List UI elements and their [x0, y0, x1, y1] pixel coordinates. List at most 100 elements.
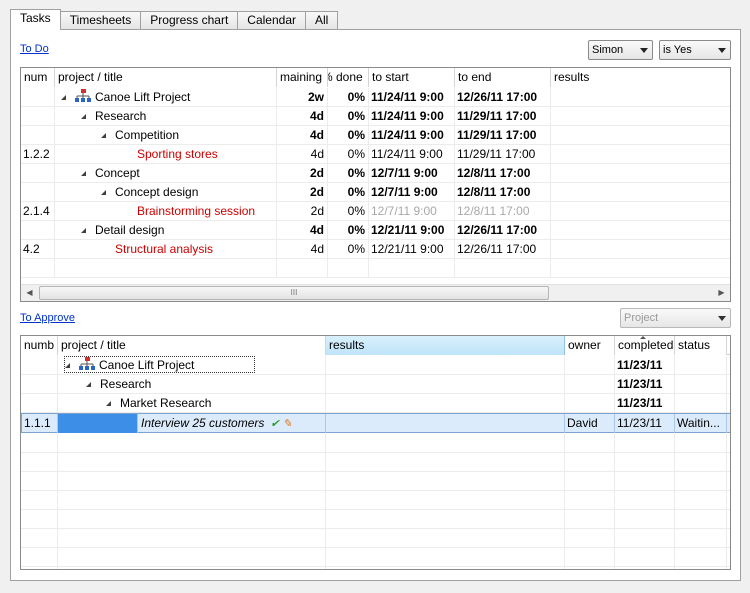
- col-remaining[interactable]: maining: [277, 68, 328, 87]
- col-results[interactable]: results: [551, 68, 730, 87]
- table-row[interactable]: Detail design 4d 0% 12/21/11 9:00 12/26/…: [21, 221, 730, 240]
- tab-calendar[interactable]: Calendar: [237, 11, 306, 30]
- row-start: 11/24/11 9:00: [369, 145, 455, 164]
- collapse-arrow-icon[interactable]: [86, 382, 91, 387]
- table-row[interactable]: Canoe Lift Project 2w 0% 11/24/11 9:00 1…: [21, 88, 730, 107]
- row-num: [21, 183, 55, 202]
- col-owner[interactable]: owner: [565, 336, 615, 355]
- collapse-arrow-icon[interactable]: [106, 401, 111, 406]
- row-end: 12/26/11 17:00: [455, 221, 551, 240]
- empty-cell: [277, 259, 328, 278]
- table-row[interactable]: Concept design 2d 0% 12/7/11 9:00 12/8/1…: [21, 183, 730, 202]
- col-num[interactable]: numb: [21, 336, 58, 355]
- row-done: 0%: [328, 88, 369, 107]
- todo-link[interactable]: To Do: [20, 43, 49, 55]
- col-to-start[interactable]: to start: [369, 68, 455, 87]
- row-title-cell[interactable]: Interview 25 customers ✔ ✎: [138, 414, 326, 433]
- to-approve-link[interactable]: To Approve: [20, 312, 75, 324]
- row-title: Detail design: [95, 223, 165, 237]
- table-row[interactable]: Concept 2d 0% 12/7/11 9:00 12/8/11 17:00: [21, 164, 730, 183]
- row-remaining: 2d: [277, 183, 328, 202]
- project-hierarchy-icon: [75, 89, 91, 102]
- table-row[interactable]: 2.1.4 Brainstorming session 2d 0% 12/7/1…: [21, 202, 730, 221]
- row-num: [21, 356, 58, 375]
- collapse-arrow-icon[interactable]: [101, 190, 106, 195]
- col-completed-label: completed: [618, 338, 674, 352]
- tab-progress-chart[interactable]: Progress chart: [140, 11, 239, 30]
- selected-table-row[interactable]: 1.1.1 Interview 25 customers ✔ ✎ David 11/…: [21, 413, 730, 433]
- table-row[interactable]: Competition 4d 0% 11/24/11 9:00 11/29/11…: [21, 126, 730, 145]
- row-start: 11/24/11 9:00: [369, 107, 455, 126]
- col-num[interactable]: num: [21, 68, 55, 87]
- row-done: 0%: [328, 183, 369, 202]
- condition-filter-select[interactable]: is Yes: [659, 40, 731, 60]
- collapse-arrow-icon[interactable]: [81, 171, 86, 176]
- tab-tasks[interactable]: Tasks: [10, 9, 61, 30]
- tab-timesheets[interactable]: Timesheets: [59, 11, 142, 30]
- row-title-cell: Canoe Lift Project: [58, 356, 326, 375]
- todo-grid: num project / title maining % done to st…: [20, 67, 731, 302]
- row-start: 12/21/11 9:00: [369, 221, 455, 240]
- col-done[interactable]: % done: [328, 68, 369, 87]
- checkmark-icon[interactable]: ✔: [270, 418, 279, 430]
- grid-line: [726, 434, 727, 569]
- row-owner: [565, 375, 615, 394]
- col-results[interactable]: results: [326, 336, 565, 355]
- tab-all[interactable]: All: [305, 11, 339, 30]
- row-num: [21, 126, 55, 145]
- row-remaining: 4d: [277, 107, 328, 126]
- row-remaining: 2d: [277, 202, 328, 221]
- row-results: [551, 145, 730, 164]
- row-title[interactable]: Structural analysis: [55, 240, 277, 259]
- row-title-cell: Research: [55, 107, 277, 126]
- col-title[interactable]: project / title: [58, 336, 326, 355]
- horizontal-scrollbar[interactable]: ◀ III ▶: [21, 284, 730, 301]
- scrollbar-thumb[interactable]: III: [39, 286, 549, 300]
- scroll-right-icon[interactable]: ▶: [713, 285, 730, 301]
- row-results[interactable]: [326, 414, 565, 433]
- table-row[interactable]: 4.2 Structural analysis 4d 0% 12/21/11 9…: [21, 240, 730, 259]
- row-num: [21, 107, 55, 126]
- row-results: [326, 356, 565, 375]
- collapse-arrow-icon[interactable]: [101, 133, 106, 138]
- collapse-arrow-icon[interactable]: [81, 114, 86, 119]
- condition-filter-value: is Yes: [663, 44, 692, 56]
- collapse-arrow-icon[interactable]: [61, 95, 66, 100]
- user-filter-select[interactable]: Simon: [588, 40, 653, 60]
- table-row[interactable]: Research 11/23/11: [21, 375, 730, 394]
- row-title[interactable]: Sporting stores: [55, 145, 277, 164]
- row-completed: 11/23/11: [615, 394, 675, 413]
- row-title[interactable]: Brainstorming session: [55, 202, 277, 221]
- grid-line: [57, 434, 58, 569]
- row-done: 0%: [328, 145, 369, 164]
- sort-ascending-icon: [640, 336, 646, 339]
- chevron-down-icon: [718, 316, 726, 321]
- grid-line: [614, 434, 615, 569]
- project-filter-value: Project: [624, 312, 659, 324]
- collapse-arrow-icon[interactable]: [65, 363, 70, 368]
- table-row[interactable]: 1.2.2 Sporting stores 4d 0% 11/24/11 9:0…: [21, 145, 730, 164]
- col-status[interactable]: status: [675, 336, 727, 355]
- focus-outline: Canoe Lift Project: [64, 356, 256, 373]
- row-title: Competition: [115, 128, 180, 142]
- row-title-cell: Competition: [55, 126, 277, 145]
- col-title[interactable]: project / title: [55, 68, 277, 87]
- empty-cell: [328, 259, 369, 278]
- todo-header: num project / title maining % done to st…: [21, 68, 730, 87]
- user-filter-value: Simon: [592, 44, 624, 56]
- table-row[interactable]: Canoe Lift Project 11/23/11: [21, 356, 730, 375]
- row-end: 11/29/11 17:00: [455, 145, 551, 164]
- scroll-left-icon[interactable]: ◀: [21, 285, 38, 301]
- row-title: Research: [100, 377, 152, 391]
- table-row[interactable]: Market Research 11/23/11: [21, 394, 730, 413]
- collapse-arrow-icon[interactable]: [81, 228, 86, 233]
- col-to-end[interactable]: to end: [455, 68, 551, 87]
- row-results: [551, 221, 730, 240]
- project-filter-select[interactable]: Project: [620, 308, 731, 328]
- row-owner: David: [565, 414, 615, 433]
- row-status: [675, 375, 727, 394]
- edit-pencil-icon[interactable]: ✎: [283, 418, 292, 430]
- table-row[interactable]: Research 4d 0% 11/24/11 9:00 11/29/11 17…: [21, 107, 730, 126]
- row-end: 11/29/11 17:00: [455, 107, 551, 126]
- row-done: 0%: [328, 126, 369, 145]
